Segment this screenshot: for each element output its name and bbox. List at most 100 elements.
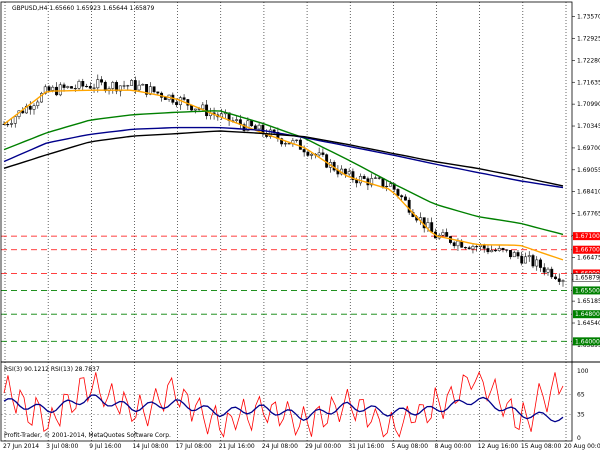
candle-body <box>257 124 261 130</box>
chart-canvas[interactable]: 27 Jun 2014 3 Jul 08:00 9 Jul 16:00 14 Jul … <box>0 0 600 450</box>
candle-body <box>531 255 535 267</box>
time-label: 29 Jul 00:00 <box>305 443 341 450</box>
time-label: 24 Jul 08:00 <box>262 443 298 450</box>
price-scale-label: 1.73570 <box>577 14 600 21</box>
candle-body <box>77 81 81 89</box>
time-label: 20 Aug 00:00 <box>564 443 600 450</box>
candle-body <box>193 108 197 111</box>
candle-body <box>70 86 73 89</box>
candle-body <box>51 86 55 91</box>
candle-body <box>235 119 239 121</box>
candle-body <box>362 176 366 179</box>
candle-body <box>524 256 527 264</box>
candle-body <box>175 102 179 106</box>
candle-body <box>152 86 156 93</box>
candle-body <box>456 240 460 247</box>
candle-body <box>156 91 160 94</box>
candle-body <box>385 185 389 188</box>
level-label: 1.64000 <box>575 338 600 345</box>
current-price-label: 1.65879 <box>575 275 600 282</box>
time-label: 14 Jul 08:00 <box>132 443 168 450</box>
candle-body <box>467 247 471 250</box>
candle-body <box>92 87 96 89</box>
candle-body <box>486 248 490 253</box>
price-scale-label: 1.72280 <box>577 57 600 64</box>
price-scale-label: 1.70990 <box>577 101 600 108</box>
candle-body <box>141 84 145 86</box>
price-scale-label: 1.68410 <box>577 189 600 196</box>
rsi-scale-label: 0 <box>577 435 581 442</box>
candle-body <box>561 280 565 282</box>
rsi-scale-label: 65 <box>577 391 585 398</box>
level-label: 1.66700 <box>575 247 600 254</box>
candle-body <box>201 104 205 110</box>
price-scale-label: 1.65185 <box>577 298 600 305</box>
candle-body <box>310 153 314 156</box>
candle-body <box>505 249 509 251</box>
candle-body <box>347 171 351 175</box>
indicator-header: RSI(3) 90.1212 RSI(13) 28.7837 <box>4 366 100 373</box>
copyright-text: Profit-Trader, © 2001-2014, MetaQuotes S… <box>4 432 171 439</box>
candle-body <box>490 250 494 253</box>
candle-body <box>400 195 404 198</box>
candle-body <box>58 84 62 96</box>
candle-body <box>441 232 445 236</box>
candle-body <box>302 149 306 153</box>
candle-body <box>373 177 377 179</box>
candle-body <box>126 85 130 87</box>
candle-body <box>535 259 539 267</box>
candle-body <box>497 248 501 251</box>
candle-body <box>527 255 531 258</box>
candle-body <box>130 80 134 86</box>
candle-body <box>475 246 479 248</box>
candle-body <box>287 143 291 145</box>
candle-body <box>73 88 77 90</box>
candle-body <box>32 105 36 110</box>
candle-body <box>542 267 546 273</box>
candle-body <box>520 255 524 264</box>
candle-body <box>62 84 66 88</box>
time-label: 12 Aug 16:00 <box>478 443 519 450</box>
candle-body <box>295 139 299 141</box>
time-label: 27 Jun 2014 <box>3 443 39 450</box>
time-label: 21 Jul 16:00 <box>219 443 255 450</box>
level-label: 1.64800 <box>575 311 600 318</box>
price-scale-label: 1.67765 <box>577 211 600 218</box>
candle-body <box>81 81 85 87</box>
price-scale-label: 1.69700 <box>577 145 600 152</box>
candle-body <box>66 86 70 88</box>
candle-body <box>430 222 434 233</box>
candle-body <box>182 97 186 100</box>
price-scale-label: 1.70345 <box>577 123 600 130</box>
candle-body <box>539 259 542 268</box>
candle-body <box>36 101 40 106</box>
candle-body <box>546 268 550 273</box>
candle-body <box>452 242 456 247</box>
candle-body <box>403 196 407 201</box>
price-scale-label: 1.69055 <box>577 167 600 174</box>
candle-body <box>550 268 554 278</box>
candle-body <box>512 252 516 258</box>
candle-body <box>381 178 385 187</box>
level-label: 1.67100 <box>575 233 600 240</box>
candle-body <box>6 124 10 126</box>
candle-body <box>516 252 520 257</box>
candle-body <box>28 105 32 110</box>
candle-body <box>306 151 310 156</box>
time-label: 8 Aug 00:00 <box>435 443 472 450</box>
candle-body <box>396 189 400 196</box>
candle-body <box>317 152 321 156</box>
rsi-scale-label: 100 <box>577 368 589 375</box>
candle-body <box>10 123 13 125</box>
candle-body <box>325 154 329 168</box>
candle-body <box>471 246 475 250</box>
candle-body <box>100 79 103 83</box>
candle-body <box>133 80 137 91</box>
candle-body <box>321 152 325 155</box>
price-scale-label: 1.66475 <box>577 254 600 261</box>
chart-window[interactable]: 27 Jun 2014 3 Jul 08:00 9 Jul 16:00 14 Jul … <box>0 0 600 450</box>
level-label: 1.65500 <box>575 287 600 294</box>
time-label: 5 Aug 08:00 <box>391 443 428 450</box>
candle-body <box>283 143 287 145</box>
rsi-scale-label: 35 <box>577 412 585 419</box>
